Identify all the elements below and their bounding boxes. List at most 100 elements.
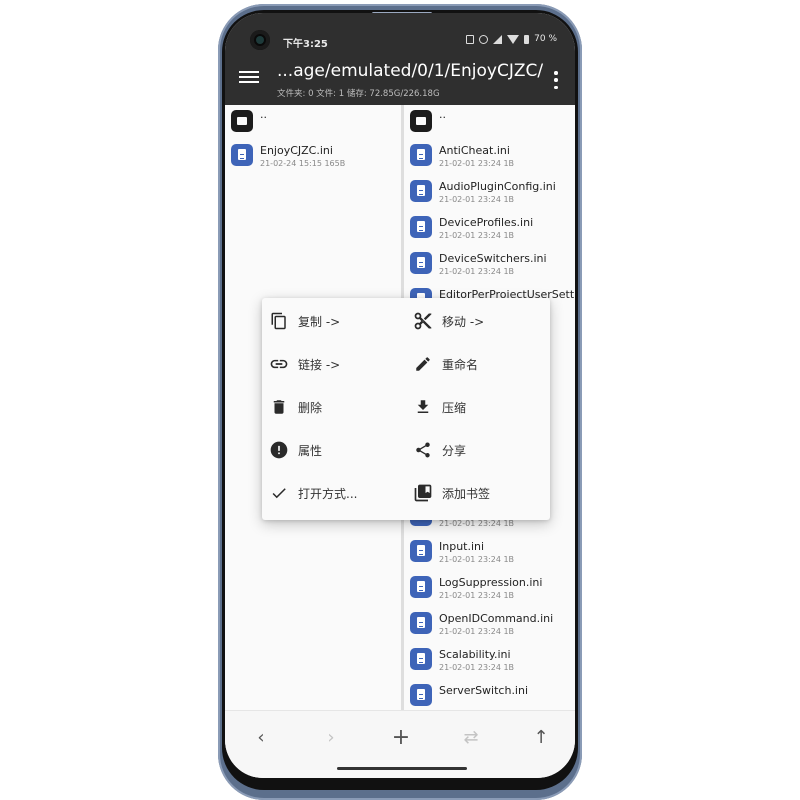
phone-frame: 下午3:25 70 % ...age/emulated/0/1/EnjoyCJZ… bbox=[218, 4, 582, 800]
vibrate-icon bbox=[466, 34, 475, 44]
parent-folder-row[interactable]: .. bbox=[225, 105, 401, 139]
menu-item-label: 移动 -> bbox=[442, 314, 485, 329]
file-row[interactable]: DeviceSwitchers.ini 21-02-01 23:24 1B bbox=[404, 247, 575, 283]
bookmark-icon bbox=[412, 482, 434, 504]
file-name: ServerSwitch.ini bbox=[439, 684, 529, 697]
file-info: 21-02-01 23:24 1B bbox=[439, 555, 515, 564]
back-button[interactable]: ‹ bbox=[249, 725, 273, 749]
file-row[interactable]: EnjoyCJZC.ini 21-02-24 15:15 165B bbox=[225, 139, 401, 175]
file-icon bbox=[410, 540, 432, 562]
pencil-icon bbox=[412, 353, 434, 375]
storage-summary: 文件夹: 0 文件: 1 储存: 72.85G/226.18G bbox=[277, 89, 440, 99]
status-time: 下午3:25 bbox=[283, 39, 328, 50]
file-info: 21-02-01 23:24 1B bbox=[439, 195, 515, 204]
signal-icon bbox=[493, 34, 503, 44]
file-name: Input.ini bbox=[439, 540, 485, 553]
status-bar: 下午3:25 70 % bbox=[225, 13, 575, 55]
bottom-toolbar: ‹ › + ⇄ ↑ bbox=[225, 710, 575, 778]
menu-item-share[interactable]: 分享 bbox=[412, 435, 546, 465]
file-info: 21-02-01 23:24 1B bbox=[439, 159, 515, 168]
alarm-icon bbox=[479, 34, 489, 44]
swap-panes-button[interactable]: ⇄ bbox=[459, 725, 483, 749]
file-icon bbox=[231, 144, 253, 166]
file-name: DeviceProfiles.ini bbox=[439, 216, 534, 229]
download-icon bbox=[412, 396, 434, 418]
menu-item-label: 复制 -> bbox=[298, 314, 341, 329]
scissors-icon bbox=[412, 310, 434, 332]
trash-icon bbox=[268, 396, 290, 418]
add-button[interactable]: + bbox=[389, 725, 413, 750]
file-icon bbox=[410, 252, 432, 274]
file-name: EnjoyCJZC.ini bbox=[260, 144, 333, 157]
parent-folder-row[interactable]: .. bbox=[404, 105, 575, 139]
folder-icon bbox=[410, 110, 432, 132]
front-camera bbox=[250, 30, 270, 50]
menu-item-label: 打开方式... bbox=[298, 486, 358, 501]
menu-item-properties[interactable]: 属性 bbox=[268, 435, 408, 465]
file-row[interactable]: Input.ini 21-02-01 23:24 1B bbox=[404, 535, 575, 571]
file-row[interactable]: AudioPluginConfig.ini 21-02-01 23:24 1B bbox=[404, 175, 575, 211]
menu-item-move[interactable]: 移动 -> bbox=[412, 306, 546, 336]
file-name: AntiCheat.ini bbox=[439, 144, 510, 157]
file-icon bbox=[410, 684, 432, 706]
menu-item-label: 链接 -> bbox=[298, 357, 341, 372]
file-name: AudioPluginConfig.ini bbox=[439, 180, 556, 193]
system-icons: 70 % bbox=[466, 34, 557, 44]
folder-icon bbox=[231, 110, 253, 132]
menu-item-label: 添加书签 bbox=[442, 486, 491, 501]
menu-item-label: 删除 bbox=[298, 400, 323, 415]
menu-item-open-with[interactable]: 打开方式... bbox=[268, 478, 408, 508]
file-info: 21-02-01 23:24 1B bbox=[439, 231, 515, 240]
more-vert-icon[interactable] bbox=[553, 71, 559, 89]
file-icon bbox=[410, 180, 432, 202]
menu-item-label: 分享 bbox=[442, 443, 467, 458]
info-alert-icon bbox=[268, 439, 290, 461]
file-info: 21-02-24 15:15 165B bbox=[260, 159, 346, 168]
battery-percent: 70 % bbox=[534, 34, 557, 44]
file-icon bbox=[410, 216, 432, 238]
menu-item-delete[interactable]: 删除 bbox=[268, 392, 408, 422]
file-name: LogSuppression.ini bbox=[439, 576, 543, 589]
forward-button[interactable]: › bbox=[319, 725, 343, 749]
file-row[interactable]: OpenIDCommand.ini 21-02-01 23:24 1B bbox=[404, 607, 575, 643]
parent-folder-label: .. bbox=[439, 108, 446, 121]
file-row[interactable]: Scalability.ini 21-02-01 23:24 1B bbox=[404, 643, 575, 679]
file-info: 21-02-01 23:24 1B bbox=[439, 519, 515, 528]
link-icon bbox=[268, 353, 290, 375]
menu-item-label: 重命名 bbox=[442, 357, 479, 372]
file-info: 21-02-01 23:24 1B bbox=[439, 663, 515, 672]
file-row[interactable]: AntiCheat.ini 21-02-01 23:24 1B bbox=[404, 139, 575, 175]
file-row[interactable]: ServerSwitch.ini bbox=[404, 679, 575, 710]
home-indicator[interactable] bbox=[337, 767, 467, 770]
menu-item-label: 属性 bbox=[298, 443, 323, 458]
menu-item-rename[interactable]: 重命名 bbox=[412, 349, 546, 379]
screen: 下午3:25 70 % ...age/emulated/0/1/EnjoyCJZ… bbox=[225, 13, 575, 778]
menu-item-link[interactable]: 链接 -> bbox=[268, 349, 408, 379]
file-row[interactable]: DeviceProfiles.ini 21-02-01 23:24 1B bbox=[404, 211, 575, 247]
up-directory-button[interactable]: ↑ bbox=[529, 725, 553, 749]
menu-item-label: 压缩 bbox=[442, 400, 467, 415]
wifi-icon bbox=[507, 34, 520, 44]
menu-item-copy[interactable]: 复制 -> bbox=[268, 306, 408, 336]
hamburger-menu-icon[interactable] bbox=[239, 69, 259, 85]
file-icon bbox=[410, 612, 432, 634]
file-info: 21-02-01 23:24 1B bbox=[439, 267, 515, 276]
share-icon bbox=[412, 439, 434, 461]
battery-icon bbox=[524, 34, 530, 44]
file-icon bbox=[410, 576, 432, 598]
file-info: 21-02-01 23:24 1B bbox=[439, 591, 515, 600]
file-name: Scalability.ini bbox=[439, 648, 511, 661]
file-info: 21-02-01 23:24 1B bbox=[439, 627, 515, 636]
parent-folder-label: .. bbox=[260, 108, 267, 121]
phone-bezel: 下午3:25 70 % ...age/emulated/0/1/EnjoyCJZ… bbox=[222, 10, 578, 790]
copy-icon bbox=[268, 310, 290, 332]
menu-item-compress[interactable]: 压缩 bbox=[412, 392, 546, 422]
file-row[interactable]: LogSuppression.ini 21-02-01 23:24 1B bbox=[404, 571, 575, 607]
file-icon bbox=[410, 144, 432, 166]
context-menu: 复制 -> 移动 -> 链接 -> 重命名 删除 压缩 属性 分享 打开方式..… bbox=[262, 298, 550, 520]
check-icon bbox=[268, 482, 290, 504]
file-name: DeviceSwitchers.ini bbox=[439, 252, 547, 265]
file-name: OpenIDCommand.ini bbox=[439, 612, 554, 625]
app-bar: ...age/emulated/0/1/EnjoyCJZC/ 文件夹: 0 文件… bbox=[225, 55, 575, 105]
menu-item-add-bookmark[interactable]: 添加书签 bbox=[412, 478, 546, 508]
